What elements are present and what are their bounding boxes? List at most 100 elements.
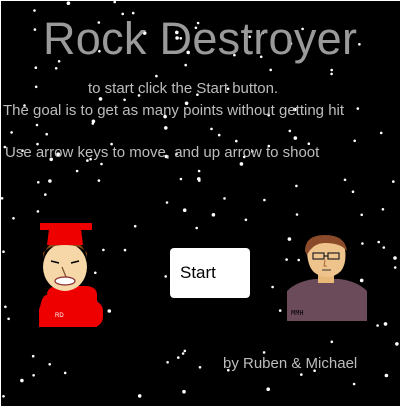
star (91, 122, 95, 125)
star (393, 266, 397, 269)
star (2, 395, 5, 398)
star (300, 373, 303, 376)
star (177, 356, 180, 359)
game-screen: Rock Destroyer to start click the Start … (1, 1, 400, 406)
star (123, 248, 127, 252)
star (182, 208, 187, 212)
star (137, 394, 142, 398)
star (295, 213, 299, 216)
star (12, 217, 15, 220)
star (269, 68, 273, 72)
star (75, 169, 79, 173)
player-avatar-red-cap: RD (39, 223, 103, 327)
star (262, 351, 266, 354)
star (395, 342, 399, 346)
avatar-badge: RD (55, 313, 64, 319)
star (2, 250, 5, 253)
star (66, 1, 71, 5)
star (182, 389, 186, 394)
star (393, 256, 397, 260)
star (63, 371, 67, 375)
star (181, 352, 185, 355)
star (198, 179, 201, 182)
game-title: Rock Destroyer (43, 13, 358, 64)
instruction-start: to start click the Start button. (88, 80, 279, 97)
star (54, 67, 58, 70)
star (358, 43, 361, 46)
star (34, 66, 38, 69)
star (113, 1, 116, 4)
star (381, 208, 385, 211)
star (20, 378, 24, 383)
star (330, 340, 334, 344)
star (295, 184, 298, 188)
instruction-controls: Use arrow keys to move, and up arrow to … (5, 144, 320, 161)
star (377, 240, 381, 244)
star (107, 309, 112, 313)
star (330, 72, 333, 76)
player-avatar-glasses: MMH (287, 235, 367, 321)
star (155, 74, 158, 78)
star (263, 198, 266, 202)
star (10, 131, 13, 134)
star (271, 285, 274, 289)
credits-text: by Ruben & Michael (223, 355, 358, 372)
star (379, 131, 383, 135)
star (37, 181, 40, 184)
star (392, 180, 395, 183)
star (33, 28, 37, 31)
star (33, 9, 36, 12)
star (44, 193, 47, 196)
instruction-goal: The goal is to get as many points withou… (3, 102, 345, 119)
star (266, 387, 271, 392)
star (210, 127, 213, 131)
star (100, 162, 103, 166)
star (32, 374, 35, 377)
star (45, 132, 48, 136)
star (343, 178, 347, 182)
star (7, 317, 10, 321)
star (293, 136, 298, 140)
star (195, 226, 198, 230)
star (223, 197, 226, 200)
star (164, 126, 168, 130)
star (197, 169, 201, 173)
star (35, 123, 39, 127)
star (34, 85, 38, 89)
star (244, 218, 248, 222)
star (123, 98, 126, 102)
star (165, 201, 169, 204)
star (384, 373, 389, 378)
star (48, 363, 51, 366)
star (183, 349, 187, 353)
star (179, 177, 183, 181)
star (356, 107, 360, 110)
star (198, 366, 202, 369)
star (164, 275, 167, 278)
star (288, 129, 292, 133)
star (383, 322, 388, 326)
star (376, 324, 379, 327)
star (4, 305, 7, 309)
star (166, 361, 169, 364)
star (353, 139, 357, 143)
star (360, 213, 364, 217)
shirt-text: MMH (291, 310, 304, 318)
star (217, 133, 221, 137)
star (211, 213, 216, 217)
star (351, 190, 355, 193)
star (48, 179, 52, 183)
star (98, 97, 103, 101)
star (278, 309, 282, 312)
star (330, 68, 334, 72)
star (97, 179, 101, 182)
start-button[interactable]: Start (170, 248, 250, 298)
star (31, 354, 35, 358)
star (382, 246, 386, 249)
star (239, 162, 244, 166)
star (133, 224, 137, 228)
star (1, 197, 4, 200)
star (36, 210, 40, 213)
star (352, 382, 356, 386)
star (235, 139, 238, 143)
